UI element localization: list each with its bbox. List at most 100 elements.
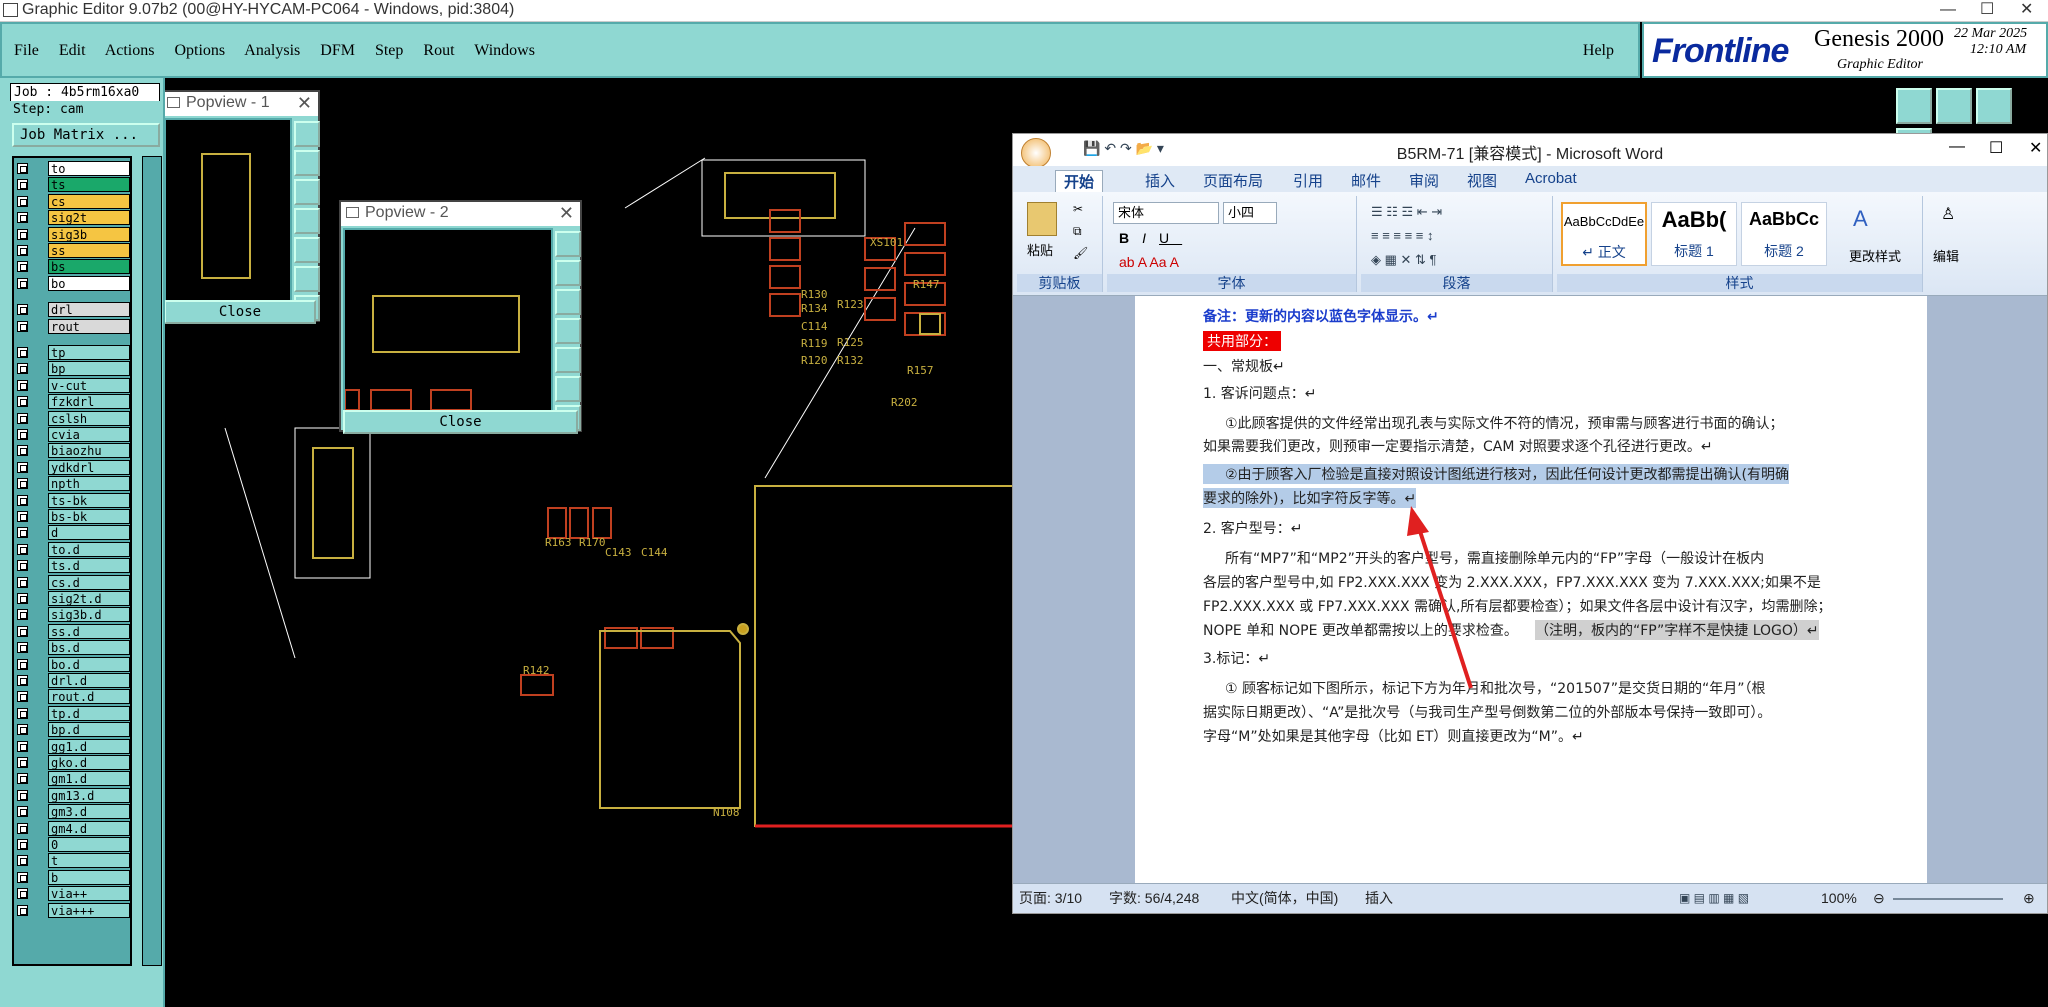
layer-checkbox[interactable] <box>17 871 28 883</box>
layer-row[interactable]: cs <box>14 193 130 209</box>
layer-row[interactable]: npth <box>14 476 130 492</box>
layer-name[interactable]: rout.d <box>48 689 130 705</box>
layer-row[interactable]: gm3.d <box>14 804 130 820</box>
layer-row[interactable]: gm4.d <box>14 820 130 836</box>
layer-checkbox[interactable] <box>17 478 28 490</box>
layer-row[interactable]: sig2t <box>14 210 130 226</box>
layer-name[interactable]: via+++ <box>48 902 130 918</box>
layer-checkbox[interactable] <box>17 461 28 473</box>
layer-checkbox[interactable] <box>17 179 28 191</box>
layer-row[interactable]: drl <box>14 302 130 318</box>
zoom-out-icon[interactable]: ⊖ <box>1873 884 1885 912</box>
tab-home[interactable]: 开始 <box>1055 170 1104 192</box>
layer-name[interactable]: bo.d <box>48 656 130 672</box>
layer-name[interactable]: bp <box>48 361 130 377</box>
layer-checkbox[interactable] <box>17 806 28 818</box>
menu-file[interactable]: File <box>14 42 39 59</box>
view-buttons[interactable]: ▣ ▤ ▥ ▦ ▧ <box>1679 884 1749 912</box>
layer-name[interactable]: fzkdrl <box>48 394 130 410</box>
layer-checkbox[interactable] <box>17 904 28 916</box>
layer-name[interactable]: bo <box>48 275 130 291</box>
document-page[interactable]: 备注：更新的内容以蓝色字体显示。↵ 共用部分： 一、常规板↵ 1. 客诉问题点：… <box>1135 296 1927 885</box>
layer-name[interactable]: sig3b.d <box>48 607 130 623</box>
word-close-button[interactable]: ✕ <box>2029 138 2042 158</box>
layer-name[interactable]: ts.d <box>48 558 130 574</box>
layer-checkbox[interactable] <box>17 789 28 801</box>
layer-checkbox[interactable] <box>17 379 28 391</box>
layer-name[interactable]: b <box>48 869 130 885</box>
layer-checkbox[interactable] <box>17 445 28 457</box>
layer-row[interactable]: sig3b <box>14 226 130 242</box>
word-minimize-button[interactable]: — <box>1949 138 1965 156</box>
style-heading-1[interactable]: AaBb(标题 1 <box>1651 202 1737 266</box>
layer-row[interactable]: fzkdrl <box>14 394 130 410</box>
layer-name[interactable]: tp.d <box>48 705 130 721</box>
menu-actions[interactable]: Actions <box>105 42 155 59</box>
layer-row[interactable]: bo <box>14 275 130 291</box>
layer-name[interactable]: npth <box>48 476 130 492</box>
layer-row[interactable]: bs <box>14 259 130 275</box>
pan-icon[interactable] <box>555 318 581 344</box>
layer-row[interactable]: tp.d <box>14 705 130 721</box>
layer-row[interactable]: b <box>14 869 130 885</box>
status-words[interactable]: 字数: 56/4,248 <box>1109 884 1199 912</box>
pan-icon[interactable] <box>294 208 320 234</box>
layer-name[interactable]: t <box>48 853 130 869</box>
align-icons[interactable]: ≡ ≡ ≡ ≡ ≡ ↕ <box>1371 228 1434 243</box>
list-icons[interactable]: ☰ ☷ ☲ ⇤ ⇥ <box>1371 204 1442 220</box>
layer-checkbox[interactable] <box>17 691 28 703</box>
menu-edit[interactable]: Edit <box>59 42 86 59</box>
tab-mailings[interactable]: 邮件 <box>1351 170 1381 191</box>
layer-checkbox[interactable] <box>17 658 28 670</box>
close-icon[interactable]: ✕ <box>297 92 312 114</box>
layer-name[interactable]: sig3b <box>48 226 130 242</box>
layer-row[interactable]: ts-bk <box>14 492 130 508</box>
layer-name[interactable]: cvia <box>48 427 130 442</box>
menu-rout[interactable]: Rout <box>423 42 454 59</box>
font-size-select[interactable]: 小四 <box>1223 202 1277 224</box>
layer-checkbox[interactable] <box>17 839 28 850</box>
zoom-icon[interactable] <box>555 231 581 257</box>
layer-name[interactable]: via++ <box>48 886 130 902</box>
layer-checkbox[interactable] <box>17 429 28 440</box>
layer-checkbox[interactable] <box>17 212 28 224</box>
zoom-level[interactable]: 100% <box>1821 884 1857 912</box>
layer-name[interactable]: gko.d <box>48 755 130 770</box>
layer-name[interactable]: sig2t <box>48 210 130 226</box>
layer-row[interactable]: gko.d <box>14 755 130 770</box>
popview-2-view[interactable] <box>343 228 553 413</box>
layer-name[interactable]: ss.d <box>48 623 130 639</box>
layer-row[interactable]: ss <box>14 243 130 258</box>
layer-row[interactable]: sig3b.d <box>14 607 130 623</box>
layer-checkbox[interactable] <box>17 576 28 588</box>
copy-icon[interactable]: ⧉ <box>1073 224 1082 239</box>
layer-name[interactable]: biaozhu <box>48 443 130 459</box>
layer-row[interactable]: gm13.d <box>14 787 130 803</box>
font-name-select[interactable]: 宋体 <box>1113 202 1219 224</box>
layer-name[interactable]: gm3.d <box>48 804 130 820</box>
layer-checkbox[interactable] <box>17 347 28 358</box>
menu-help[interactable]: Help <box>1583 42 1614 60</box>
layer-name[interactable]: bs.d <box>48 640 130 656</box>
layer-checkbox[interactable] <box>17 228 28 240</box>
layer-row[interactable]: v-cut <box>14 377 130 393</box>
layer-row[interactable]: bo.d <box>14 656 130 672</box>
layer-checkbox[interactable] <box>17 261 28 273</box>
layer-checkbox[interactable] <box>17 609 28 621</box>
shading-icons[interactable]: ◈ ▦ ✕ ⇅ ¶ <box>1371 252 1437 268</box>
tool-icon[interactable] <box>1936 88 1972 124</box>
layer-checkbox[interactable] <box>17 724 28 736</box>
status-page[interactable]: 页面: 3/10 <box>1019 884 1082 912</box>
layer-row[interactable]: biaozhu <box>14 443 130 459</box>
layer-checkbox[interactable] <box>17 560 28 572</box>
tool-icon[interactable] <box>1896 88 1932 124</box>
menu-options[interactable]: Options <box>174 42 225 59</box>
tab-references[interactable]: 引用 <box>1293 170 1323 191</box>
change-styles-button[interactable]: 更改样式 <box>1849 246 1901 265</box>
popview-1-close-button[interactable]: Close <box>165 300 316 324</box>
layer-checkbox[interactable] <box>17 304 28 316</box>
layer-checkbox[interactable] <box>17 511 28 522</box>
close-button[interactable]: ✕ <box>2020 0 2033 20</box>
layer-checkbox[interactable] <box>17 245 28 256</box>
layer-name[interactable]: drl.d <box>48 673 130 688</box>
